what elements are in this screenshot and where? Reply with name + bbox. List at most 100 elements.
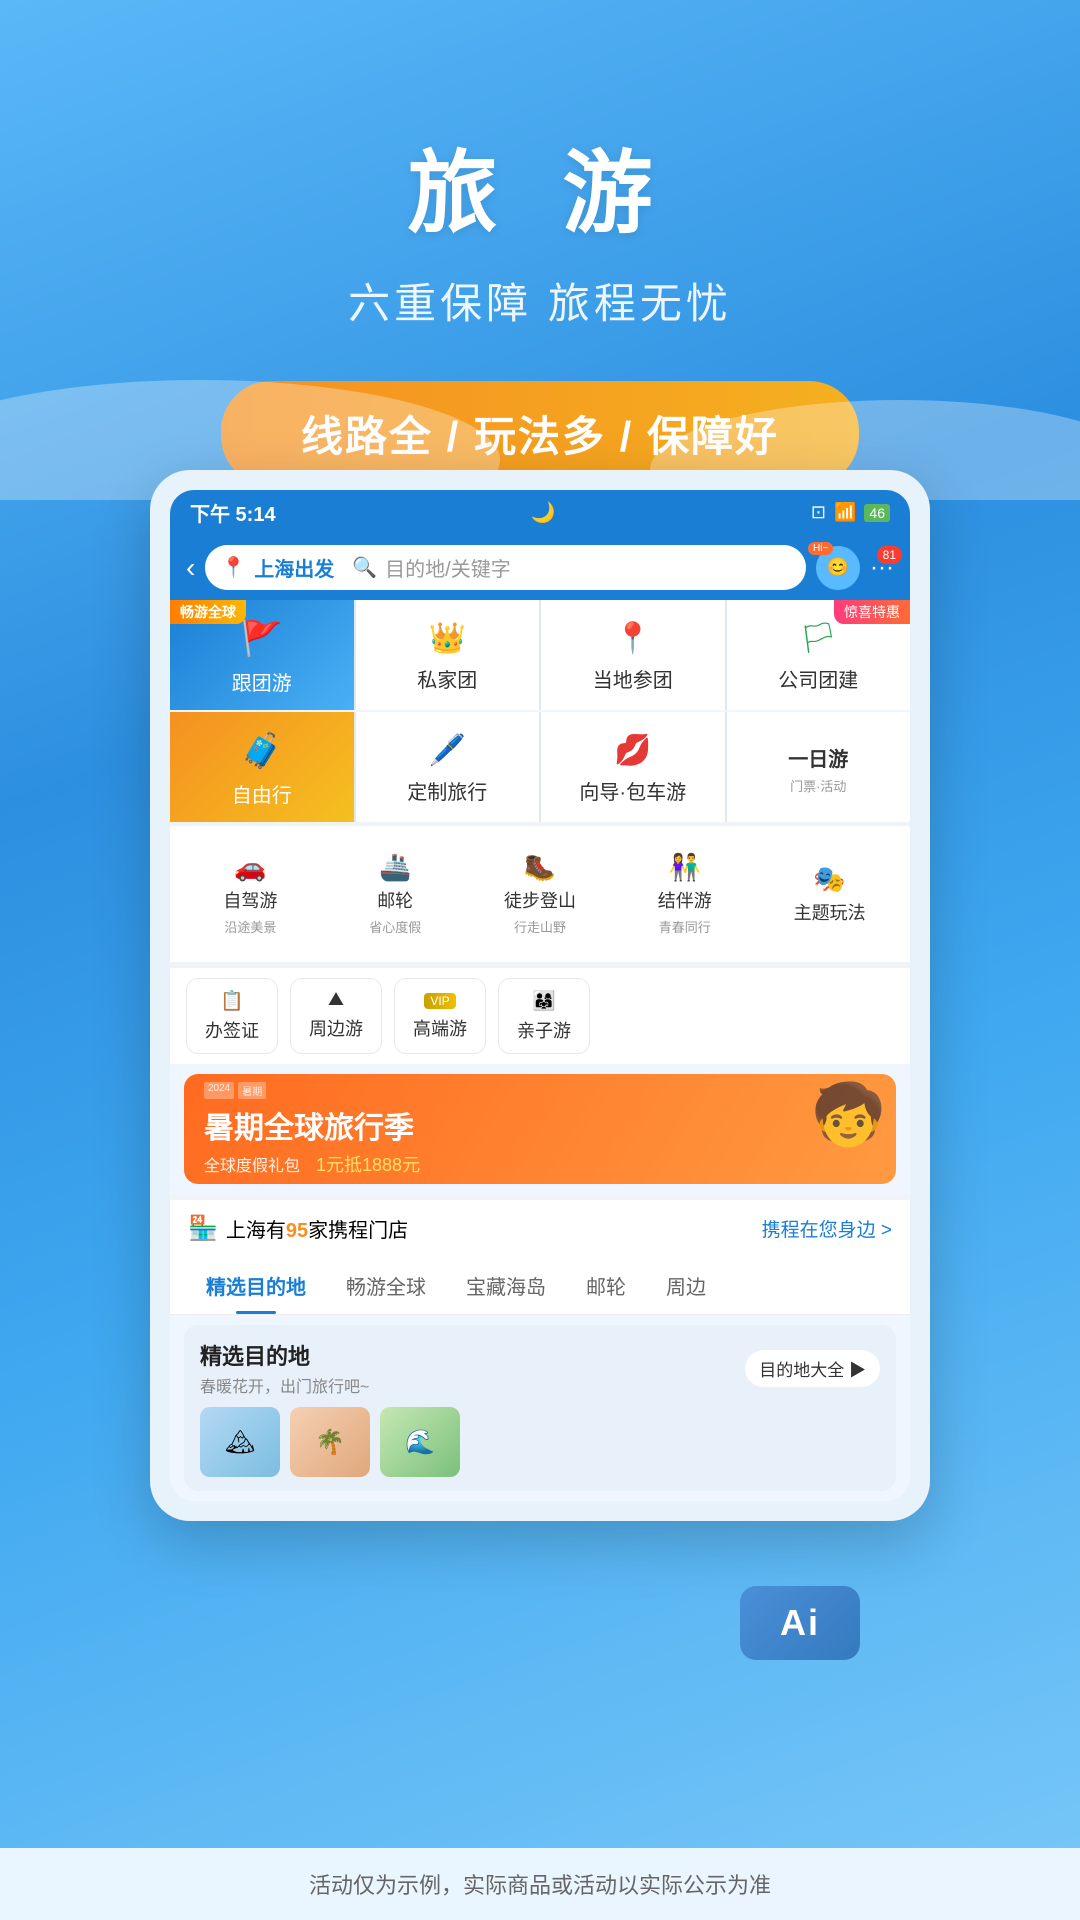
dest-title: 精选目的地 <box>200 1339 369 1371</box>
guide-icon: 💋 <box>614 733 651 768</box>
search-origin: 上海出发 <box>254 553 334 582</box>
cat-self-drive[interactable]: 🚗 自驾游 沿途美景 <box>178 838 323 950</box>
tab-cruise[interactable]: 邮轮 <box>566 1257 646 1314</box>
dest-thumb-2[interactable]: 🌴 <box>290 1407 370 1477</box>
banner-title: 暑期全球旅行季 <box>204 1103 420 1147</box>
dest-thumb-3[interactable]: 🌊 <box>380 1407 460 1477</box>
disclaimer: 活动仅为示例，实际商品或活动以实际公示为准 <box>0 1848 1080 1920</box>
notification-badge: 81 <box>877 546 902 564</box>
cat-local-tour[interactable]: 📍 当地参团 <box>541 600 725 710</box>
tag-visa[interactable]: 📋 办签证 <box>186 978 278 1054</box>
store-icon: 🏪 <box>188 1214 218 1243</box>
cat-label: 定制旅行 <box>407 776 487 805</box>
cat-label: 邮轮 <box>377 887 413 913</box>
wifi-icon: 📶 <box>834 502 856 523</box>
category-grid-row2: 🧳 自由行 🖊️ 定制旅行 💋 向导·包车游 一日游 <box>170 712 910 822</box>
tag-luxury[interactable]: VIP 高端游 <box>394 978 486 1054</box>
hiking-icon: 🥾 <box>524 852 556 883</box>
tags-row: 📋 办签证 ⛰ 周边游 VIP 高端游 👨‍👩‍👧 <box>170 962 910 1064</box>
dest-thumbnails: 🏔 🌴 🌊 <box>200 1407 880 1477</box>
category-grid-row1: 畅游全球 🚩 跟团游 👑 私家团 📍 当地参团 <box>170 600 910 710</box>
cat-label: 自由行 <box>232 779 292 808</box>
dest-all-button[interactable]: 目的地大全 ▶ <box>745 1350 880 1387</box>
category-row3: 🚗 自驾游 沿途美景 🚢 邮轮 省心度假 🥾 徒步登山 行走山野 <box>170 822 910 962</box>
cat-label: 向导·包车游 <box>579 776 686 805</box>
cat-label: 公司团建 <box>778 664 858 693</box>
cat-label: 主题玩法 <box>794 899 866 925</box>
avatar[interactable]: 😊 Hi~ <box>816 546 860 590</box>
cat-sub: 沿途美景 <box>224 917 276 936</box>
tag-label: 亲子游 <box>517 1017 571 1043</box>
cat-corp-build[interactable]: 惊喜特惠 🏳 公司团建 <box>727 600 911 710</box>
pin-icon: 📍 <box>614 621 651 656</box>
phone-mockup: 下午 5:14 🌙 ⊡ 📶 46 ‹ 📍 上海出发 🔍 目的地 <box>150 470 930 1521</box>
screen-record-icon: ⊡ <box>811 502 826 523</box>
hi-badge: Hi~ <box>808 542 833 555</box>
tag-label: 办签证 <box>205 1017 259 1043</box>
banner-promo: 1元抵1888元 <box>316 1151 420 1177</box>
corner-badge-free-tour: 畅游全球 <box>170 600 246 624</box>
cat-sub: 行走山野 <box>514 917 566 936</box>
dest-thumb-1[interactable]: 🏔 <box>200 1407 280 1477</box>
tag-label: 高端游 <box>413 1015 467 1041</box>
cat-free-travel[interactable]: 🧳 自由行 <box>170 712 354 822</box>
cat-sub: 门票·活动 <box>790 776 846 795</box>
tag-nearby[interactable]: ⛰ 周边游 <box>290 978 382 1054</box>
tab-featured[interactable]: 精选目的地 <box>186 1257 326 1314</box>
search-bar[interactable]: 📍 上海出发 🔍 目的地/关键字 <box>205 545 806 590</box>
mountain-icon: ⛰ <box>328 989 344 1011</box>
cat-theme[interactable]: 🎭 主题玩法 <box>757 838 902 950</box>
store-info: 🏪 上海有95家携程门店 携程在您身边 > <box>170 1194 910 1257</box>
tab-nearby[interactable]: 周边 <box>646 1257 726 1314</box>
search-icon: 🔍 <box>352 555 377 580</box>
status-bar: 下午 5:14 🌙 ⊡ 📶 46 <box>170 490 910 535</box>
cat-guide[interactable]: 💋 向导·包车游 <box>541 712 725 822</box>
location-icon: 📍 <box>221 555 246 580</box>
cat-companion[interactable]: 👫 结伴游 青春同行 <box>612 838 757 950</box>
cat-custom[interactable]: 🖊️ 定制旅行 <box>356 712 540 822</box>
vip-icon: VIP <box>424 989 455 1011</box>
back-button[interactable]: ‹ <box>186 552 195 584</box>
status-time: 下午 5:14 <box>190 498 276 527</box>
cat-label: 当地参团 <box>593 664 673 693</box>
store-link[interactable]: 携程在您身边 > <box>762 1215 892 1242</box>
crown-icon: 👑 <box>429 621 466 656</box>
banner-sub: 全球度假礼包 <box>204 1152 300 1176</box>
cat-label: 自驾游 <box>223 887 277 913</box>
cat-day-tour[interactable]: 一日游 门票·活动 <box>727 712 911 822</box>
tag-label: 周边游 <box>309 1015 363 1041</box>
friends-icon: 👫 <box>669 852 701 883</box>
dest-subtitle: 春暖花开，出门旅行吧~ <box>200 1373 369 1397</box>
cat-sub: 省心度假 <box>369 917 421 936</box>
theme-icon: 🎭 <box>813 864 845 895</box>
store-text: 上海有95家携程门店 <box>226 1214 408 1243</box>
hero-subtitle: 六重保障 旅程无忧 <box>0 270 1080 331</box>
visa-icon: 📋 <box>220 989 244 1013</box>
ship-icon: 🚢 <box>379 852 411 883</box>
cat-label: 跟团游 <box>232 667 292 696</box>
flag-icon: 🚩 <box>241 619 283 659</box>
flag-green-icon: 🏳 <box>799 621 837 656</box>
promo-banner[interactable]: 2024 暑期 暑期全球旅行季 全球度假礼包 1元抵1888元 🧒 <box>184 1074 896 1184</box>
cat-private-group[interactable]: 👑 私家团 <box>356 600 540 710</box>
cat-label: 一日游 <box>788 743 848 772</box>
cat-label: 私家团 <box>417 664 477 693</box>
moon-icon: 🌙 <box>531 500 556 525</box>
family-icon: 👨‍👩‍👧 <box>532 989 556 1013</box>
cat-hiking[interactable]: 🥾 徒步登山 行走山野 <box>468 838 613 950</box>
more-button[interactable]: ··· 81 <box>870 554 894 582</box>
cat-label: 结伴游 <box>658 887 712 913</box>
hero-title: 旅 游 <box>0 120 1080 250</box>
status-icons: ⊡ 📶 46 <box>811 502 890 523</box>
tab-global[interactable]: 畅游全球 <box>326 1257 446 1314</box>
search-dest-placeholder: 目的地/关键字 <box>385 553 511 582</box>
cat-cruise[interactable]: 🚢 邮轮 省心度假 <box>323 838 468 950</box>
tab-island[interactable]: 宝藏海岛 <box>446 1257 566 1314</box>
cat-sub: 青春同行 <box>659 917 711 936</box>
tabs-row: 精选目的地 畅游全球 宝藏海岛 邮轮 周边 <box>170 1257 910 1315</box>
car-icon: 🚗 <box>234 852 266 883</box>
ai-label[interactable]: Ai <box>740 1586 860 1660</box>
tag-family[interactable]: 👨‍👩‍👧 亲子游 <box>498 978 590 1054</box>
bag-icon: 🧳 <box>241 731 283 771</box>
cat-group-tour[interactable]: 畅游全球 🚩 跟团游 <box>170 600 354 710</box>
